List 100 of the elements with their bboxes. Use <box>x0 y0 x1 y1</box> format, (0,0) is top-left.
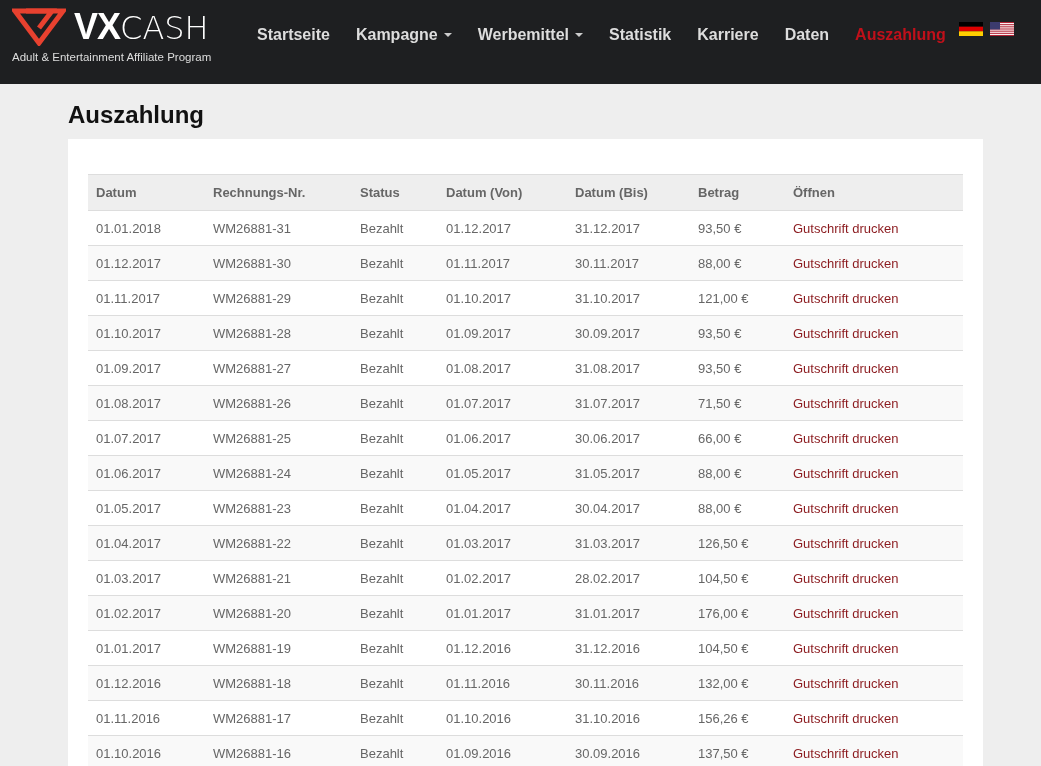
table-cell: 01.04.2017 <box>88 525 205 561</box>
column-header: Datum <box>88 174 205 211</box>
table-cell: Bezahlt <box>352 525 438 561</box>
print-credit-link[interactable]: Gutschrift drucken <box>793 570 899 586</box>
table-cell: WM26881-31 <box>205 210 352 246</box>
table-cell: Bezahlt <box>352 560 438 596</box>
table-cell: 01.06.2017 <box>88 455 205 491</box>
table-cell: 88,00 € <box>690 490 785 526</box>
table-cell: 01.12.2017 <box>88 245 205 281</box>
table-cell: Bezahlt <box>352 280 438 316</box>
table-cell: 104,50 € <box>690 560 785 596</box>
table-cell: 01.01.2018 <box>88 210 205 246</box>
table-cell: Bezahlt <box>352 595 438 631</box>
table-cell: 01.11.2016 <box>438 665 567 701</box>
table-cell: Bezahlt <box>352 630 438 666</box>
table-cell: 30.09.2016 <box>567 735 690 766</box>
table-cell: WM26881-19 <box>205 630 352 666</box>
table-cell: WM26881-27 <box>205 350 352 386</box>
table-cell: 66,00 € <box>690 420 785 456</box>
table-cell: WM26881-29 <box>205 280 352 316</box>
table-cell: 31.01.2017 <box>567 595 690 631</box>
table-cell: Bezahlt <box>352 735 438 766</box>
brand-name: VXCASH <box>74 6 209 48</box>
table-cell: 01.10.2017 <box>438 280 567 316</box>
nav-link[interactable]: Karriere <box>684 24 772 46</box>
brand-tagline: Adult & Entertainment Affiliate Program <box>12 51 213 63</box>
nav-link[interactable]: Startseite <box>244 24 343 46</box>
table-cell: WM26881-22 <box>205 525 352 561</box>
nav-link[interactable]: Statistik <box>596 24 685 46</box>
table-cell: Bezahlt <box>352 245 438 281</box>
table-cell: 31.12.2016 <box>567 630 690 666</box>
print-credit-link[interactable]: Gutschrift drucken <box>793 220 899 236</box>
table-cell: 01.09.2017 <box>88 350 205 386</box>
table-cell: 01.01.2017 <box>88 630 205 666</box>
table-cell: 01.12.2016 <box>438 630 567 666</box>
table-cell: 01.03.2017 <box>88 560 205 596</box>
nav-link[interactable]: Kampagne <box>342 24 465 46</box>
table-cell: 01.09.2016 <box>438 735 567 766</box>
table-cell: 31.08.2017 <box>567 350 690 386</box>
table-cell: WM26881-18 <box>205 665 352 701</box>
table-cell: Bezahlt <box>352 210 438 246</box>
table-cell: 104,50 € <box>690 630 785 666</box>
table-cell: 01.09.2017 <box>438 315 567 351</box>
table-cell: 31.12.2017 <box>567 210 690 246</box>
table-cell: 156,26 € <box>690 700 785 736</box>
print-credit-link[interactable]: Gutschrift drucken <box>793 360 899 376</box>
table-cell: Bezahlt <box>352 420 438 456</box>
table-cell: Bezahlt <box>352 385 438 421</box>
table-cell: 01.10.2017 <box>88 315 205 351</box>
table-cell: 01.10.2016 <box>88 735 205 766</box>
table-cell: 30.06.2017 <box>567 420 690 456</box>
table-cell: 88,00 € <box>690 455 785 491</box>
table-cell: 01.07.2017 <box>88 420 205 456</box>
table-cell: 01.11.2016 <box>88 700 205 736</box>
table-cell: 30.09.2017 <box>567 315 690 351</box>
print-credit-link[interactable]: Gutschrift drucken <box>793 710 899 726</box>
table-cell: 31.05.2017 <box>567 455 690 491</box>
nav-link[interactable]: Werbemittel <box>464 24 596 46</box>
table-cell: 30.11.2017 <box>567 245 690 281</box>
table-cell: 01.12.2016 <box>88 665 205 701</box>
table-cell: 126,50 € <box>690 525 785 561</box>
table-cell: 93,50 € <box>690 315 785 351</box>
table-cell: 31.10.2017 <box>567 280 690 316</box>
table-cell: 30.11.2016 <box>567 665 690 701</box>
table-cell: 01.02.2017 <box>88 595 205 631</box>
table-cell: 01.10.2016 <box>438 700 567 736</box>
column-header: Status <box>352 174 438 211</box>
table-cell: WM26881-28 <box>205 315 352 351</box>
table-cell: WM26881-30 <box>205 245 352 281</box>
page-title: Auszahlung <box>68 101 205 129</box>
table-cell: 01.04.2017 <box>438 490 567 526</box>
table-cell: 01.07.2017 <box>438 385 567 421</box>
table-cell: 121,00 € <box>690 280 785 316</box>
table-cell: 01.12.2017 <box>438 210 567 246</box>
table-cell: WM26881-20 <box>205 595 352 631</box>
us-flag-icon[interactable] <box>989 22 1014 36</box>
table-cell: 01.02.2017 <box>438 560 567 596</box>
table-cell: 01.03.2017 <box>438 525 567 561</box>
table-cell: WM26881-24 <box>205 455 352 491</box>
print-credit-link[interactable]: Gutschrift drucken <box>793 430 899 446</box>
table-cell: 93,50 € <box>690 350 785 386</box>
table-cell: 137,50 € <box>690 735 785 766</box>
print-credit-link[interactable]: Gutschrift drucken <box>793 640 899 656</box>
print-credit-link[interactable]: Gutschrift drucken <box>793 500 899 516</box>
table-cell: 28.02.2017 <box>567 560 690 596</box>
column-header: Datum (Von) <box>438 174 567 211</box>
nav-link[interactable]: Daten <box>771 24 843 46</box>
table-cell: 88,00 € <box>690 245 785 281</box>
german-flag-icon[interactable] <box>958 22 983 36</box>
table-cell: 01.01.2017 <box>438 595 567 631</box>
table-cell: Bezahlt <box>352 490 438 526</box>
table-cell: Bezahlt <box>352 315 438 351</box>
column-header: Datum (Bis) <box>567 174 690 211</box>
table-cell: Bezahlt <box>352 665 438 701</box>
table-cell: 01.05.2017 <box>438 455 567 491</box>
print-credit-link[interactable]: Gutschrift drucken <box>793 290 899 306</box>
table-cell: 176,00 € <box>690 595 785 631</box>
column-header: Rechnungs-Nr. <box>205 174 352 211</box>
table-cell: WM26881-25 <box>205 420 352 456</box>
table-cell: 31.03.2017 <box>567 525 690 561</box>
